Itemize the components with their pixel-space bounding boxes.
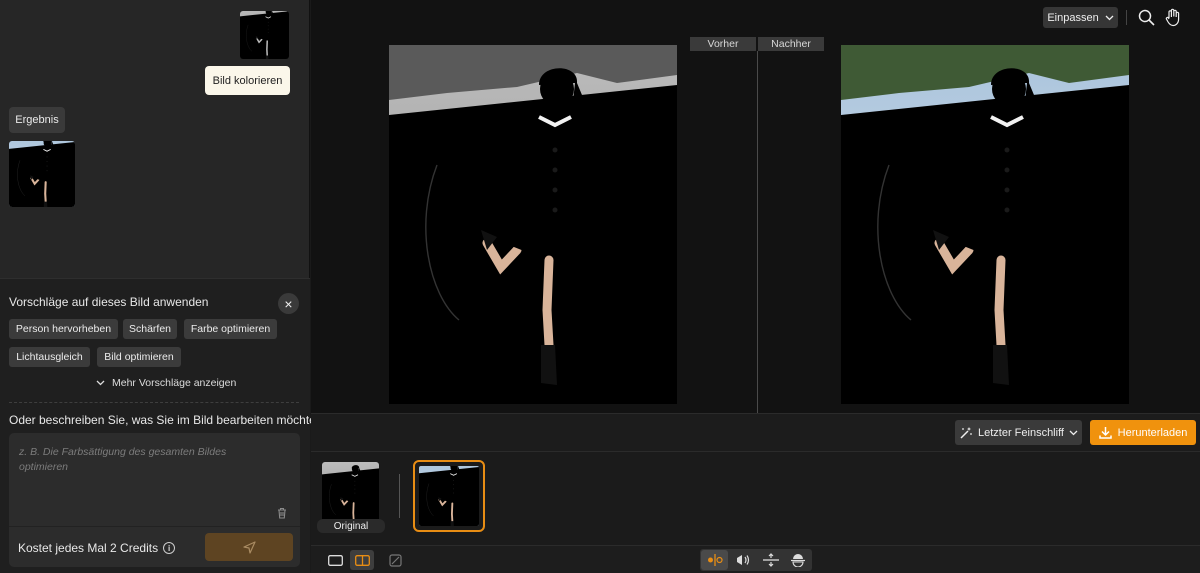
info-icon[interactable]: i [163,542,176,554]
source-image-thumbnail[interactable] [240,11,289,59]
view-mode-bar [311,545,1200,573]
compare-divider[interactable] [757,51,758,413]
single-view-icon[interactable] [323,550,347,570]
split-horizontal-icon[interactable] [757,550,784,570]
suggestions-title: Vorschläge auf dieses Bild anwenden [9,295,209,309]
divider [9,402,299,403]
more-suggestions-label: Mehr Vorschläge anzeigen [112,377,237,389]
split-vertical-icon[interactable] [701,550,728,570]
download-button[interactable]: Herunterladen [1090,420,1196,445]
prompt-footer: Kostet jedes Mal 2 Credits i [9,526,300,567]
chevron-down-icon [1105,15,1114,20]
refine-dropdown[interactable]: Letzter Feinschliff [955,420,1082,445]
result-label: Ergebnis [9,107,65,133]
credits-text: Kostet jedes Mal 2 Credits [18,541,159,555]
prompt-input[interactable]: z. B. Die Farbsättigung des gesamten Bil… [9,433,300,526]
hand-icon[interactable] [1164,8,1182,27]
suggestion-chip-schaerfen[interactable]: Schärfen [123,319,177,339]
mirror-icon[interactable] [729,550,756,570]
suggestions-panel: Vorschläge auf dieses Bild anwenden × Pe… [0,278,323,573]
filmstrip-result-thumbnail-selected[interactable]: .cl2 .hill{fill:url(#colGrass)}.cl2 .gro… [413,460,485,532]
after-image: .cl .hill{fill:url(#colGrass)}.cl .groun… [841,45,1129,404]
split-view-icon[interactable] [350,550,374,570]
suggestion-chip-farbe-optimieren[interactable]: Farbe optimieren [184,319,277,339]
before-image: .bw .hill{fill:#7e7e7e}.bw .ground{fill:… [389,45,677,404]
prompt-placeholder: z. B. Die Farbsättigung des gesamten Bil… [19,446,227,473]
result-image-thumbnail[interactable] [9,141,75,207]
prompt-label: Oder beschreiben Sie, was Sie im Bild be… [9,413,323,427]
download-icon [1098,427,1112,439]
refine-label: Letzter Feinschliff [977,426,1064,439]
action-bar: Letzter Feinschliff Herunterladen [311,413,1200,451]
chat-panel: Bild kolorieren Ergebnis Vorschläge auf … [0,0,323,573]
suggestion-chip-bild-optimieren[interactable]: Bild optimieren [97,347,181,367]
more-suggestions-link[interactable]: Mehr Vorschläge anzeigen [96,377,236,389]
suggestion-chip-person-hervorheben[interactable]: Person hervorheben [9,319,118,339]
before-label: Vorher [690,37,756,51]
toolbar-separator [1126,10,1127,25]
chevron-down-icon [1069,430,1078,435]
send-button[interactable] [205,533,293,561]
original-label: Original [317,519,385,533]
fit-dropdown[interactable]: Einpassen [1043,7,1118,28]
app-window: Bild kolorieren Ergebnis Vorschläge auf … [0,0,1200,573]
overlay-icon[interactable] [784,550,811,570]
compare-canvas: Einpassen Vorher Nachher .bw .hill{fill:… [311,0,1200,413]
download-label: Herunterladen [1117,426,1188,439]
filmstrip: .bw2 .hill{fill:#7e7e7e}.bw2 .ground{fil… [311,451,1200,545]
magic-wand-icon [960,426,972,439]
send-icon [242,540,256,554]
trash-icon[interactable] [275,506,289,520]
filmstrip-separator [399,474,400,518]
search-icon[interactable] [1138,9,1155,26]
close-icon[interactable]: × [278,293,299,314]
fit-label: Einpassen [1047,11,1099,24]
user-message-bubble: Bild kolorieren [205,66,290,95]
chevron-down-icon [96,380,105,386]
credits-info: Kostet jedes Mal 2 Credits i [18,541,176,555]
compare-mode-group [700,549,812,571]
after-label: Nachher [758,37,824,51]
suggestion-chip-lichtausgleich[interactable]: Lichtausgleich [9,347,90,367]
compare-icon[interactable] [383,550,407,570]
